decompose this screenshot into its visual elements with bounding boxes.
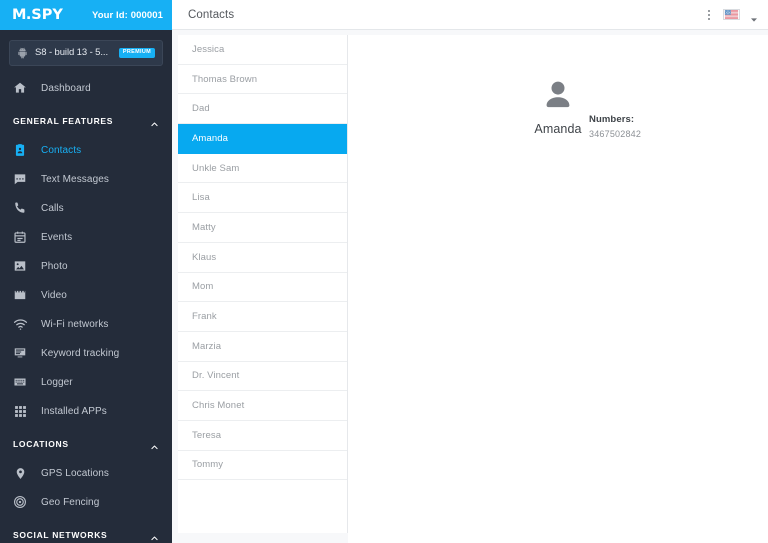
page-title: Contacts bbox=[188, 8, 235, 21]
user-avatar-icon bbox=[539, 77, 577, 115]
phone-icon bbox=[12, 200, 28, 216]
list-item[interactable]: Unkle Sam bbox=[178, 154, 347, 184]
chevron-up-icon bbox=[150, 116, 159, 127]
main-region: Contacts Jessica Thomas Brown Dad Amanda… bbox=[172, 0, 768, 543]
sidebar-item-logger[interactable]: Logger bbox=[0, 368, 172, 397]
us-flag-icon[interactable] bbox=[723, 9, 740, 20]
android-icon bbox=[17, 47, 28, 59]
sidebar-item-label: Installed APPs bbox=[41, 405, 107, 417]
sidebar-section-general-features[interactable]: GENERAL FEATURES bbox=[0, 106, 172, 136]
contacts-list[interactable]: Jessica Thomas Brown Dad Amanda Unkle Sa… bbox=[178, 35, 348, 533]
sidebar-item-photo[interactable]: Photo bbox=[0, 252, 172, 281]
sidebar-item-label: Geo Fencing bbox=[41, 496, 100, 508]
section-title: SOCIAL NETWORKS bbox=[13, 529, 108, 540]
mspy-logo[interactable]: M. SPY bbox=[12, 8, 63, 23]
contact-detail-panel: Amanda Numbers: 3467502842 bbox=[348, 35, 768, 543]
list-item[interactable]: Tommy bbox=[178, 451, 347, 481]
film-icon bbox=[12, 287, 28, 303]
sidebar-item-wifi-networks[interactable]: Wi-Fi networks bbox=[0, 310, 172, 339]
grid-icon bbox=[12, 403, 28, 419]
list-item[interactable]: Klaus bbox=[178, 243, 347, 273]
chevron-up-icon bbox=[150, 439, 159, 450]
logo-mark: M. bbox=[12, 6, 31, 23]
top-bar-actions bbox=[705, 8, 758, 22]
sidebar-item-events[interactable]: Events bbox=[0, 223, 172, 252]
sidebar-item-gps-locations[interactable]: GPS Locations bbox=[0, 459, 172, 488]
device-name: S8 - build 13 - 5... bbox=[35, 47, 108, 59]
sidebar-item-label: Logger bbox=[41, 376, 73, 388]
sidebar-item-geo-fencing[interactable]: Geo Fencing bbox=[0, 488, 172, 517]
list-item[interactable]: Frank bbox=[178, 302, 347, 332]
list-item[interactable]: Dad bbox=[178, 94, 347, 125]
logo-text: SPY bbox=[31, 6, 63, 23]
top-bar: Contacts bbox=[172, 0, 768, 30]
list-item-selected[interactable]: Amanda bbox=[178, 124, 347, 154]
sidebar-item-contacts[interactable]: Contacts bbox=[0, 136, 172, 165]
sidebar-item-label: GPS Locations bbox=[41, 467, 110, 479]
sidebar-item-keyword-tracking[interactable]: Keyword tracking bbox=[0, 339, 172, 368]
list-item[interactable]: Mom bbox=[178, 273, 347, 303]
image-icon bbox=[12, 258, 28, 274]
sidebar-item-installed-apps[interactable]: Installed APPs bbox=[0, 397, 172, 426]
contact-name: Amanda bbox=[534, 122, 582, 136]
account-id: Your Id: 000001 bbox=[91, 9, 163, 21]
more-vertical-icon[interactable] bbox=[705, 8, 713, 22]
list-item[interactable]: Matty bbox=[178, 213, 347, 243]
content-area: Jessica Thomas Brown Dad Amanda Unkle Sa… bbox=[172, 30, 768, 543]
list-item[interactable]: Jessica bbox=[178, 35, 347, 65]
sidebar-nav: Dashboard GENERAL FEATURES Contacts Text… bbox=[0, 74, 172, 543]
sidebar-item-label: Text Messages bbox=[41, 173, 109, 185]
sidebar-item-text-messages[interactable]: Text Messages bbox=[0, 165, 172, 194]
contact-numbers: Numbers: 3467502842 bbox=[589, 114, 641, 139]
sidebar-item-label: Keyword tracking bbox=[41, 347, 120, 359]
wifi-icon bbox=[12, 316, 28, 332]
keyboard-icon bbox=[12, 374, 28, 390]
sidebar-item-label: Contacts bbox=[41, 144, 82, 156]
contact-card-icon bbox=[12, 142, 28, 158]
list-item[interactable]: Teresa bbox=[178, 421, 347, 451]
mspy-dashboard: M. SPY Your Id: 000001 S8 - build 13 - 5.… bbox=[0, 0, 768, 543]
sidebar: M. SPY Your Id: 000001 S8 - build 13 - 5.… bbox=[0, 0, 172, 543]
list-item[interactable]: Thomas Brown bbox=[178, 65, 347, 95]
sidebar-section-locations[interactable]: LOCATIONS bbox=[0, 429, 172, 459]
home-icon bbox=[12, 80, 28, 96]
brand-header: M. SPY Your Id: 000001 bbox=[0, 0, 172, 30]
premium-badge: PREMIUM bbox=[118, 48, 155, 58]
sidebar-section-social-networks[interactable]: SOCIAL NETWORKS bbox=[0, 520, 172, 543]
monitor-icon bbox=[12, 345, 28, 361]
chevron-up-icon bbox=[150, 530, 159, 541]
sidebar-item-calls[interactable]: Calls bbox=[0, 194, 172, 223]
sidebar-item-label: Events bbox=[41, 231, 73, 243]
sidebar-item-label: Wi-Fi networks bbox=[41, 318, 109, 330]
map-pin-icon bbox=[12, 465, 28, 481]
sidebar-item-label: Photo bbox=[41, 260, 68, 272]
contact-header: Amanda bbox=[348, 35, 768, 136]
sidebar-item-label: Calls bbox=[41, 202, 64, 214]
list-item[interactable]: Dr. Vincent bbox=[178, 362, 347, 392]
chevron-down-icon[interactable] bbox=[750, 11, 758, 22]
sidebar-item-video[interactable]: Video bbox=[0, 281, 172, 310]
section-title: GENERAL FEATURES bbox=[13, 115, 114, 126]
list-item[interactable]: Lisa bbox=[178, 183, 347, 214]
numbers-value[interactable]: 3467502842 bbox=[589, 129, 641, 139]
calendar-icon bbox=[12, 229, 28, 245]
list-item[interactable]: Marzia bbox=[178, 332, 347, 362]
message-bubble-icon bbox=[12, 171, 28, 187]
numbers-label: Numbers: bbox=[589, 114, 635, 125]
sidebar-item-label: Video bbox=[41, 289, 67, 301]
sidebar-item-dashboard[interactable]: Dashboard bbox=[0, 74, 172, 103]
target-icon bbox=[12, 494, 28, 510]
list-item[interactable]: Chris Monet bbox=[178, 391, 347, 421]
section-title: LOCATIONS bbox=[13, 438, 69, 449]
device-selector[interactable]: S8 - build 13 - 5... PREMIUM bbox=[9, 40, 163, 66]
sidebar-item-label: Dashboard bbox=[41, 82, 91, 94]
